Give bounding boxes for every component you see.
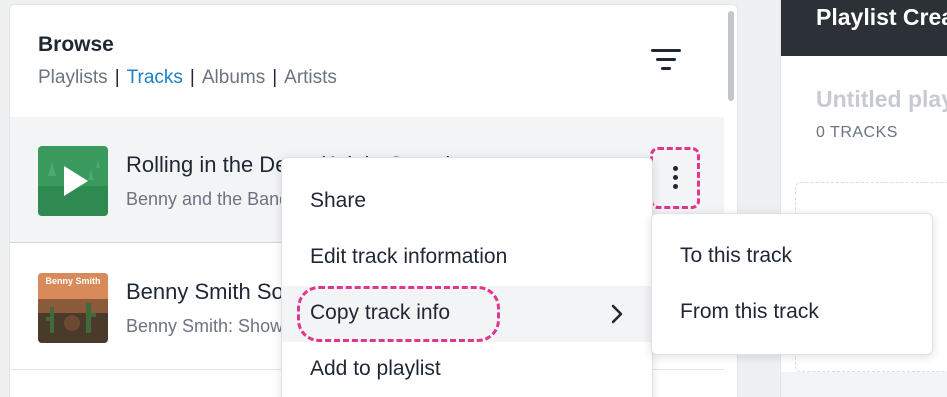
submenu-item-label: From this track <box>680 300 819 323</box>
tab-separator: | <box>189 67 195 88</box>
submenu-item-to-this-track[interactable]: To this track <box>652 214 932 270</box>
menu-item-label: Add to playlist <box>310 357 441 380</box>
tab-separator: | <box>114 67 120 88</box>
playlist-footer <box>781 372 947 397</box>
submenu-item-label: To this track <box>680 244 793 267</box>
browse-title: Browse <box>38 33 114 56</box>
tab-separator: | <box>272 67 278 88</box>
copy-track-info-submenu: To this track From this track <box>651 213 933 355</box>
more-vertical-icon[interactable] <box>650 147 700 209</box>
menu-item-label: Edit track information <box>310 245 508 268</box>
browse-tabs: Playlists | Tracks | Albums | Artists <box>38 67 337 89</box>
track-subtitle: Benny and the Band <box>126 189 290 209</box>
menu-item-label: Copy track info <box>310 301 451 324</box>
track-subtitle: Benny Smith: Shows <box>126 316 293 336</box>
thumbnail-text: Benny Smith <box>45 276 100 286</box>
menu-item-add-to-playlist[interactable]: Add to playlist <box>282 342 652 397</box>
playlist-panel-title: Playlist Creator <box>816 4 947 30</box>
play-icon <box>38 146 108 216</box>
menu-item-share[interactable]: Share <box>282 174 652 230</box>
track-thumbnail[interactable]: Benny Smith <box>38 273 108 343</box>
album-art-image: Benny Smith <box>38 273 108 343</box>
browse-header: Browse Playlists | Tracks | Albums | Artists <box>10 5 737 117</box>
scrollbar-thumb[interactable] <box>728 11 734 101</box>
chevron-right-icon <box>611 304 623 324</box>
tab-playlists[interactable]: Playlists <box>38 67 108 89</box>
track-thumbnail[interactable] <box>38 146 108 216</box>
tab-albums[interactable]: Albums <box>202 67 265 89</box>
submenu-item-from-this-track[interactable]: From this track <box>652 270 932 326</box>
playlist-name[interactable]: Untitled playlist <box>816 86 947 113</box>
context-menu: Share Edit track information Copy track … <box>281 157 653 397</box>
tab-artists[interactable]: Artists <box>284 67 337 89</box>
menu-item-copy-track-info[interactable]: Copy track info <box>282 286 652 342</box>
menu-item-label: Share <box>310 189 367 212</box>
playlist-track-count: 0 TRACKS <box>816 124 898 141</box>
menu-item-edit-track-information[interactable]: Edit track information <box>282 230 652 286</box>
playlist-header: Playlist Creator <box>781 0 947 56</box>
tab-tracks[interactable]: Tracks <box>127 67 183 89</box>
filter-icon[interactable] <box>651 49 681 73</box>
